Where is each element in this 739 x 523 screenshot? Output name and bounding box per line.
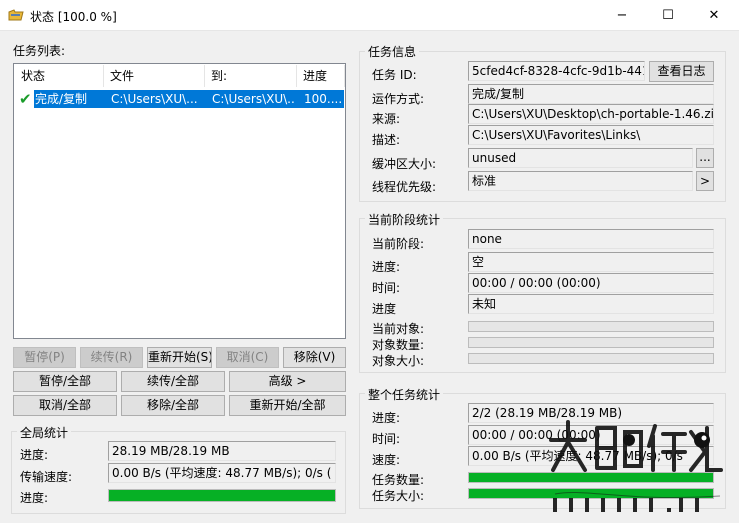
remove-all-button[interactable]: 移除/全部 <box>121 395 225 416</box>
app-icon <box>8 9 24 21</box>
object-size-bar <box>468 353 714 364</box>
column-header-progress[interactable]: 进度 <box>297 65 345 87</box>
description-label: 描述: <box>372 133 401 147</box>
column-header-to[interactable]: 到: <box>205 65 297 87</box>
pause-button[interactable]: 暂停(P) <box>13 347 76 368</box>
stage-progress-value: 空 <box>468 252 714 272</box>
restart-button[interactable]: 重新开始(S) <box>147 347 212 368</box>
check-icon: ✔ <box>19 90 32 108</box>
stage-label: 当前阶段: <box>372 237 425 251</box>
buffer-size-label: 缓冲区大小: <box>372 157 437 171</box>
advanced-button[interactable]: 高级 > <box>229 371 346 392</box>
task-list[interactable]: 状态 文件 到: 进度 ✔ 完成/复制 C:\Users\XU\... C:\U… <box>13 63 346 339</box>
remove-button[interactable]: 移除(V) <box>283 347 346 368</box>
global-speed-label: 传输速度: <box>20 470 73 484</box>
title-bar: 状态 [100.0 %] − ☐ ✕ <box>0 0 739 31</box>
stage-speed-value: 未知 <box>468 294 714 314</box>
pause-all-button[interactable]: 暂停/全部 <box>13 371 117 392</box>
current-object-label: 当前对象: <box>372 322 425 336</box>
view-log-button[interactable]: 查看日志 <box>649 61 714 82</box>
global-progress-label: 进度: <box>20 448 49 462</box>
stage-progress-label: 进度: <box>372 260 401 274</box>
current-stage-title: 当前阶段统计 <box>365 211 444 228</box>
maximize-icon[interactable]: ☐ <box>645 0 691 31</box>
resume-all-button[interactable]: 续传/全部 <box>121 371 225 392</box>
row-file: C:\Users\XU\... <box>103 90 204 108</box>
mode-value: 完成/复制 <box>468 84 714 104</box>
restart-all-button[interactable]: 重新开始/全部 <box>229 395 346 416</box>
watermark-logo <box>549 420 723 512</box>
cancel-button[interactable]: 取消(C) <box>216 347 279 368</box>
global-progress-value: 28.19 MB/28.19 MB <box>108 441 336 461</box>
task-list-label: 任务列表: <box>13 44 66 58</box>
source-label: 来源: <box>372 112 401 126</box>
object-count-label: 对象数量: <box>372 338 425 352</box>
task-id-value: 5cfed4cf-8328-4cfc-9d1b-4417 <box>468 61 645 81</box>
thread-priority-value: 标准 <box>468 171 693 191</box>
whole-progress-label: 进度: <box>372 411 401 425</box>
global-progress-bar <box>108 489 336 502</box>
column-header-file[interactable]: 文件 <box>104 65 205 87</box>
description-value: C:\Users\XU\Favorites\Links\ <box>468 125 714 145</box>
column-header-status[interactable]: 状态 <box>15 65 104 87</box>
row-progress: 100.... <box>296 90 344 108</box>
whole-speed-label: 速度: <box>372 453 401 467</box>
task-id-label: 任务 ID: <box>372 68 417 82</box>
object-count-bar <box>468 337 714 348</box>
window-title: 状态 [100.0 %] <box>30 10 117 24</box>
global-bar-label: 进度: <box>20 491 49 505</box>
object-size-label: 对象大小: <box>372 354 425 368</box>
row-status: 完成/复制 <box>34 90 103 108</box>
table-row[interactable]: ✔ 完成/复制 C:\Users\XU\... C:\Users\XU\... … <box>17 90 344 108</box>
thread-priority-button[interactable]: > <box>696 171 714 191</box>
stage-value: none <box>468 229 714 249</box>
stage-time-value: 00:00 / 00:00 (00:00) <box>468 273 714 293</box>
mode-label: 运作方式: <box>372 92 425 106</box>
task-info-title: 任务信息 <box>365 43 420 60</box>
current-object-bar <box>468 321 714 332</box>
whole-time-label: 时间: <box>372 432 401 446</box>
stage-speed-label: 进度 <box>372 302 397 316</box>
cancel-all-button[interactable]: 取消/全部 <box>13 395 117 416</box>
close-icon[interactable]: ✕ <box>691 0 737 31</box>
thread-priority-label: 线程优先级: <box>372 180 437 194</box>
buffer-size-button[interactable]: ... <box>696 148 714 168</box>
task-size-label: 任务大小: <box>372 489 425 503</box>
stage-time-label: 时间: <box>372 281 401 295</box>
source-value: C:\Users\XU\Desktop\ch-portable-1.46.zip <box>468 104 714 124</box>
resume-button[interactable]: 续传(R) <box>80 347 143 368</box>
whole-stats-title: 整个任务统计 <box>365 386 444 403</box>
buffer-size-value: unused <box>468 148 693 168</box>
global-stats-title: 全局统计 <box>17 424 72 441</box>
row-destination: C:\Users\XU\... <box>204 90 296 108</box>
task-count-label: 任务数量: <box>372 473 425 487</box>
global-speed-value: 0.00 B/s (平均速度: 48.77 MB/s); 0/s ( <box>108 463 336 483</box>
minimize-icon[interactable]: − <box>599 0 645 31</box>
global-progress-fill <box>109 490 335 501</box>
